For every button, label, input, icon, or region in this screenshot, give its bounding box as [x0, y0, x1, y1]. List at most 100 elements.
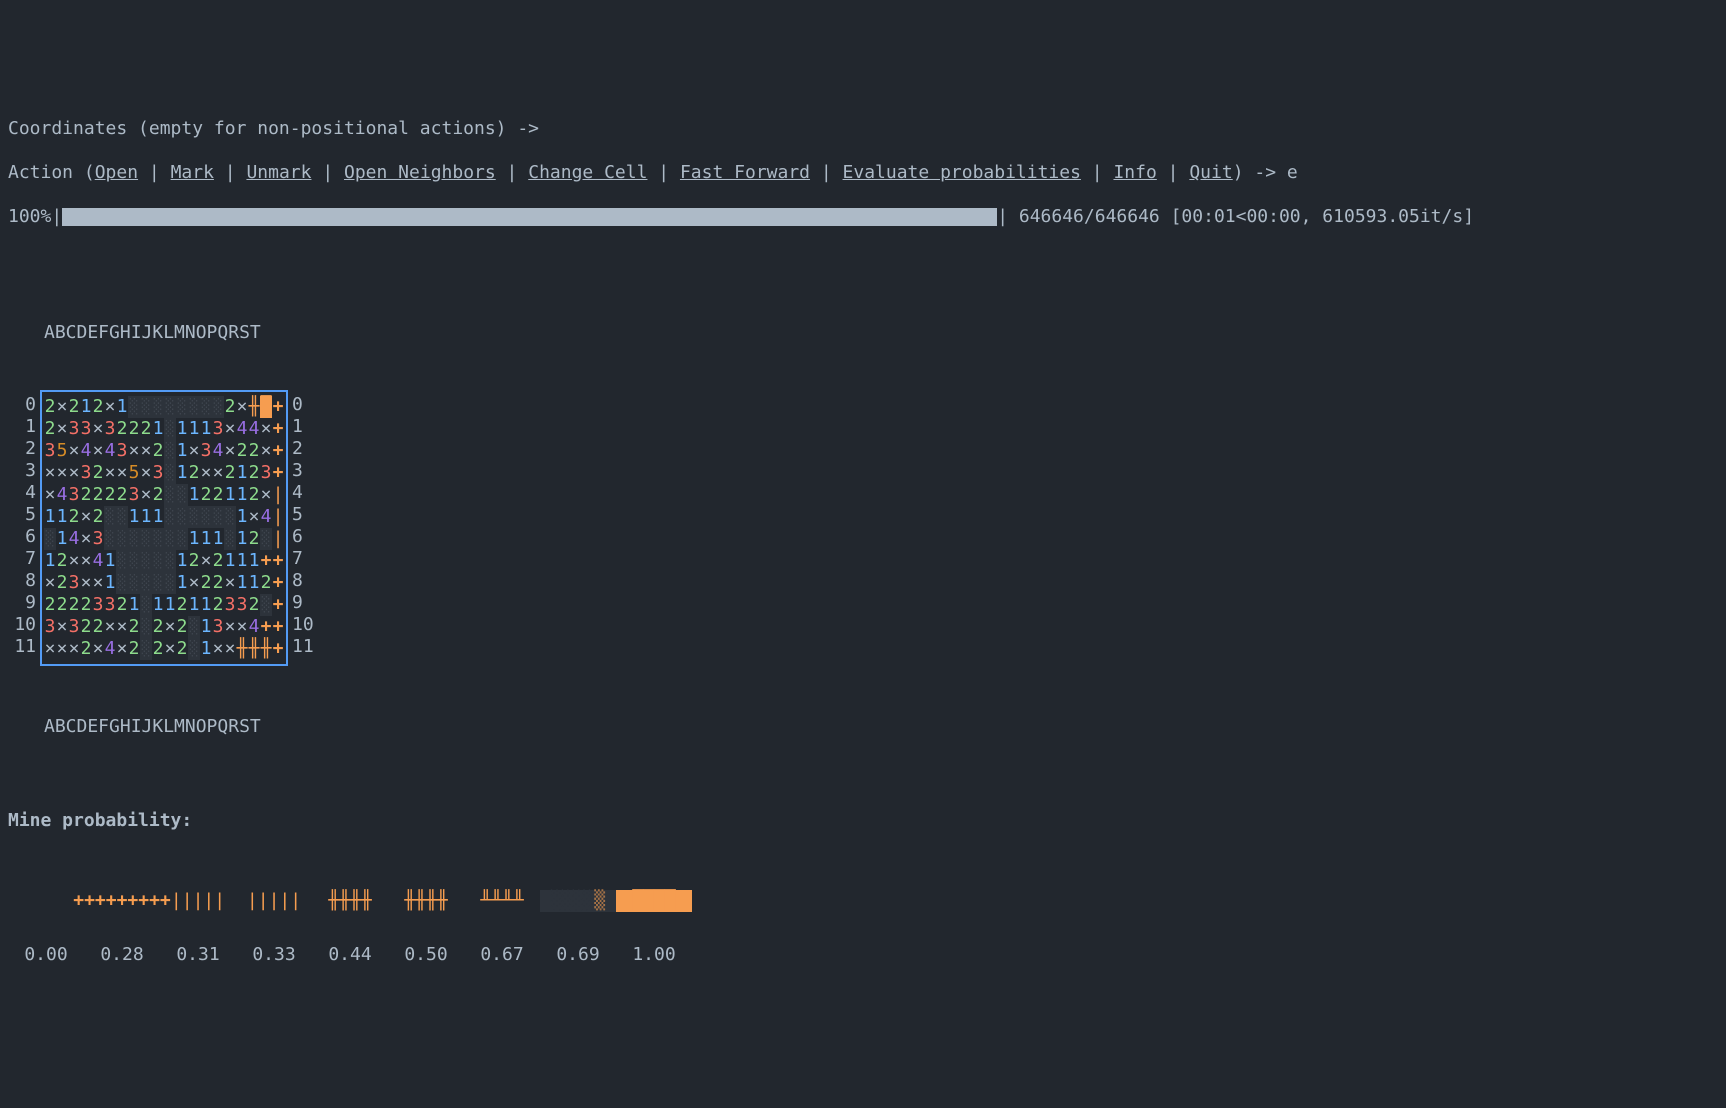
cell-P10[interactable]: ×	[224, 616, 236, 638]
cell-O9[interactable]: 2	[212, 594, 224, 616]
cell-H2[interactable]: ×	[128, 440, 140, 462]
cell-R4[interactable]: 2	[248, 484, 260, 506]
cell-O5[interactable]	[212, 506, 224, 528]
cell-E6[interactable]: 3	[92, 528, 104, 550]
cell-M4[interactable]: 1	[188, 484, 200, 506]
cell-D9[interactable]: 2	[80, 594, 92, 616]
cell-Q6[interactable]: 1	[236, 528, 248, 550]
cell-B7[interactable]: 2	[56, 550, 68, 572]
cell-L6[interactable]	[176, 528, 188, 550]
cell-T2[interactable]: +	[272, 440, 284, 462]
cell-B2[interactable]: 5	[56, 440, 68, 462]
cell-N0[interactable]	[200, 396, 212, 418]
action-prompt-line[interactable]: Action (Open | Mark | Unmark | Open Neig…	[8, 162, 1718, 184]
cell-I0[interactable]	[140, 396, 152, 418]
cell-P9[interactable]: 3	[224, 594, 236, 616]
cell-C3[interactable]: ×	[68, 462, 80, 484]
cell-A9[interactable]: 2	[44, 594, 56, 616]
cell-J2[interactable]: 2	[152, 440, 164, 462]
cell-P5[interactable]	[224, 506, 236, 528]
cell-B8[interactable]: 2	[56, 572, 68, 594]
board-grid[interactable]: 012345678910112×212×12×╫█+2×33×322211113…	[8, 388, 1718, 668]
cell-D0[interactable]: 1	[80, 396, 92, 418]
cell-R11[interactable]: ╫	[248, 638, 260, 660]
cell-D4[interactable]: 2	[80, 484, 92, 506]
cell-E11[interactable]: ×	[92, 638, 104, 660]
cell-S2[interactable]: ×	[260, 440, 272, 462]
cell-D7[interactable]: ×	[80, 550, 92, 572]
cell-S4[interactable]: ×	[260, 484, 272, 506]
cell-E2[interactable]: ×	[92, 440, 104, 462]
cell-G7[interactable]	[116, 550, 128, 572]
cell-S0[interactable]: █	[260, 396, 272, 418]
cell-A6[interactable]	[44, 528, 56, 550]
cell-H11[interactable]: 2	[128, 638, 140, 660]
cell-F0[interactable]: ×	[104, 396, 116, 418]
cell-I4[interactable]: ×	[140, 484, 152, 506]
cell-A2[interactable]: 3	[44, 440, 56, 462]
cell-F11[interactable]: 4	[104, 638, 116, 660]
cell-N7[interactable]: ×	[200, 550, 212, 572]
cell-J6[interactable]	[152, 528, 164, 550]
cell-M8[interactable]: ×	[188, 572, 200, 594]
cell-N10[interactable]: 1	[200, 616, 212, 638]
cell-S6[interactable]	[260, 528, 272, 550]
cell-D2[interactable]: 4	[80, 440, 92, 462]
cell-A8[interactable]: ×	[44, 572, 56, 594]
cell-T3[interactable]: +	[272, 462, 284, 484]
action-input-echo[interactable]: e	[1287, 162, 1298, 184]
cell-L8[interactable]: 1	[176, 572, 188, 594]
cell-B3[interactable]: ×	[56, 462, 68, 484]
cell-O6[interactable]: 1	[212, 528, 224, 550]
cell-J9[interactable]: 1	[152, 594, 164, 616]
cell-C8[interactable]: 3	[68, 572, 80, 594]
cell-R10[interactable]: 4	[248, 616, 260, 638]
cell-B5[interactable]: 1	[56, 506, 68, 528]
cell-R1[interactable]: 4	[248, 418, 260, 440]
cell-D6[interactable]: ×	[80, 528, 92, 550]
cell-R5[interactable]: ×	[248, 506, 260, 528]
cell-T1[interactable]: +	[272, 418, 284, 440]
cell-L2[interactable]: 1	[176, 440, 188, 462]
cell-R3[interactable]: 2	[248, 462, 260, 484]
cell-Q10[interactable]: ×	[236, 616, 248, 638]
cell-K2[interactable]	[164, 440, 176, 462]
cell-F5[interactable]	[104, 506, 116, 528]
cell-L9[interactable]: 2	[176, 594, 188, 616]
cell-E9[interactable]: 3	[92, 594, 104, 616]
cell-G0[interactable]: 1	[116, 396, 128, 418]
cell-K1[interactable]	[164, 418, 176, 440]
cell-N6[interactable]: 1	[200, 528, 212, 550]
cell-Q1[interactable]: 4	[236, 418, 248, 440]
cell-T8[interactable]: +	[272, 572, 284, 594]
cell-P0[interactable]: 2	[224, 396, 236, 418]
cell-M3[interactable]: 2	[188, 462, 200, 484]
cell-A11[interactable]: ×	[44, 638, 56, 660]
action-unmark[interactable]: Unmark	[246, 162, 311, 183]
cell-G11[interactable]: ×	[116, 638, 128, 660]
cell-D11[interactable]: 2	[80, 638, 92, 660]
cell-Q4[interactable]: 1	[236, 484, 248, 506]
cell-R7[interactable]: 1	[248, 550, 260, 572]
cell-S10[interactable]: +	[260, 616, 272, 638]
cell-C2[interactable]: ×	[68, 440, 80, 462]
cell-Q9[interactable]: 3	[236, 594, 248, 616]
cell-C6[interactable]: 4	[68, 528, 80, 550]
cell-T0[interactable]: +	[272, 396, 284, 418]
cell-I11[interactable]	[140, 638, 152, 660]
cell-K6[interactable]	[164, 528, 176, 550]
cell-D5[interactable]: ×	[80, 506, 92, 528]
cell-I10[interactable]	[140, 616, 152, 638]
cell-S3[interactable]: 3	[260, 462, 272, 484]
cell-R8[interactable]: 1	[248, 572, 260, 594]
cell-K7[interactable]	[164, 550, 176, 572]
cell-D10[interactable]: 2	[80, 616, 92, 638]
cell-K0[interactable]	[164, 396, 176, 418]
cell-Q7[interactable]: 1	[236, 550, 248, 572]
cell-O3[interactable]: ×	[212, 462, 224, 484]
cell-M7[interactable]: 2	[188, 550, 200, 572]
cell-S5[interactable]: 4	[260, 506, 272, 528]
cell-I8[interactable]	[140, 572, 152, 594]
cell-M0[interactable]	[188, 396, 200, 418]
cell-K3[interactable]	[164, 462, 176, 484]
